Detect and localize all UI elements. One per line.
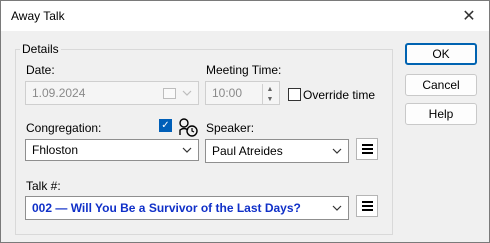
- chevron-down-icon: [332, 205, 342, 211]
- time-spinner[interactable]: ▲ ▼: [262, 84, 277, 104]
- spin-down-icon[interactable]: ▼: [263, 94, 277, 104]
- congregation-checkbox[interactable]: ✓: [159, 119, 172, 132]
- speaker-list-button[interactable]: [356, 138, 378, 160]
- title-bar: Away Talk ✕: [1, 1, 489, 31]
- talk-label: Talk #:: [26, 179, 61, 193]
- chevron-down-icon: [332, 148, 342, 154]
- chevron-down-icon: [182, 147, 192, 153]
- date-value: 1.09.2024: [32, 86, 86, 100]
- list-icon: [362, 144, 373, 146]
- override-time-checkbox[interactable]: [288, 88, 301, 101]
- window-title: Away Talk: [11, 9, 65, 23]
- spin-up-icon[interactable]: ▲: [263, 84, 277, 94]
- close-icon[interactable]: ✕: [449, 1, 489, 31]
- speaker-label: Speaker:: [206, 121, 255, 135]
- meeting-time-field[interactable]: 10:00 ▲ ▼: [205, 81, 280, 105]
- details-legend: Details: [20, 42, 61, 56]
- override-time-label: Override time: [303, 88, 376, 102]
- congregation-value: Fhloston: [32, 143, 79, 157]
- speaker-dropdown[interactable]: Paul Atreides: [205, 139, 349, 163]
- date-field[interactable]: 1.09.2024: [25, 81, 199, 105]
- speaker-value: Paul Atreides: [212, 144, 283, 158]
- help-button[interactable]: Help: [405, 103, 477, 125]
- calendar-icon: [163, 88, 176, 99]
- meeting-time-label: Meeting Time:: [206, 63, 282, 77]
- talk-list-button[interactable]: [356, 195, 378, 217]
- list-icon: [362, 201, 373, 203]
- congregation-label: Congregation:: [26, 121, 102, 135]
- ok-button[interactable]: OK: [405, 43, 477, 65]
- talk-dropdown[interactable]: 002 — Will You Be a Survivor of the Last…: [25, 196, 349, 220]
- cancel-button[interactable]: Cancel: [405, 74, 477, 96]
- talk-value: 002 — Will You Be a Survivor of the Last…: [32, 201, 301, 215]
- assign-speaker-icon[interactable]: [177, 116, 199, 138]
- meeting-time-value: 10:00: [212, 86, 243, 100]
- congregation-dropdown[interactable]: Fhloston: [25, 139, 199, 161]
- away-talk-dialog: Away Talk ✕ Details Date: 1.09.2024 Meet…: [0, 0, 490, 243]
- chevron-down-icon: [182, 90, 192, 96]
- date-label: Date:: [26, 63, 55, 77]
